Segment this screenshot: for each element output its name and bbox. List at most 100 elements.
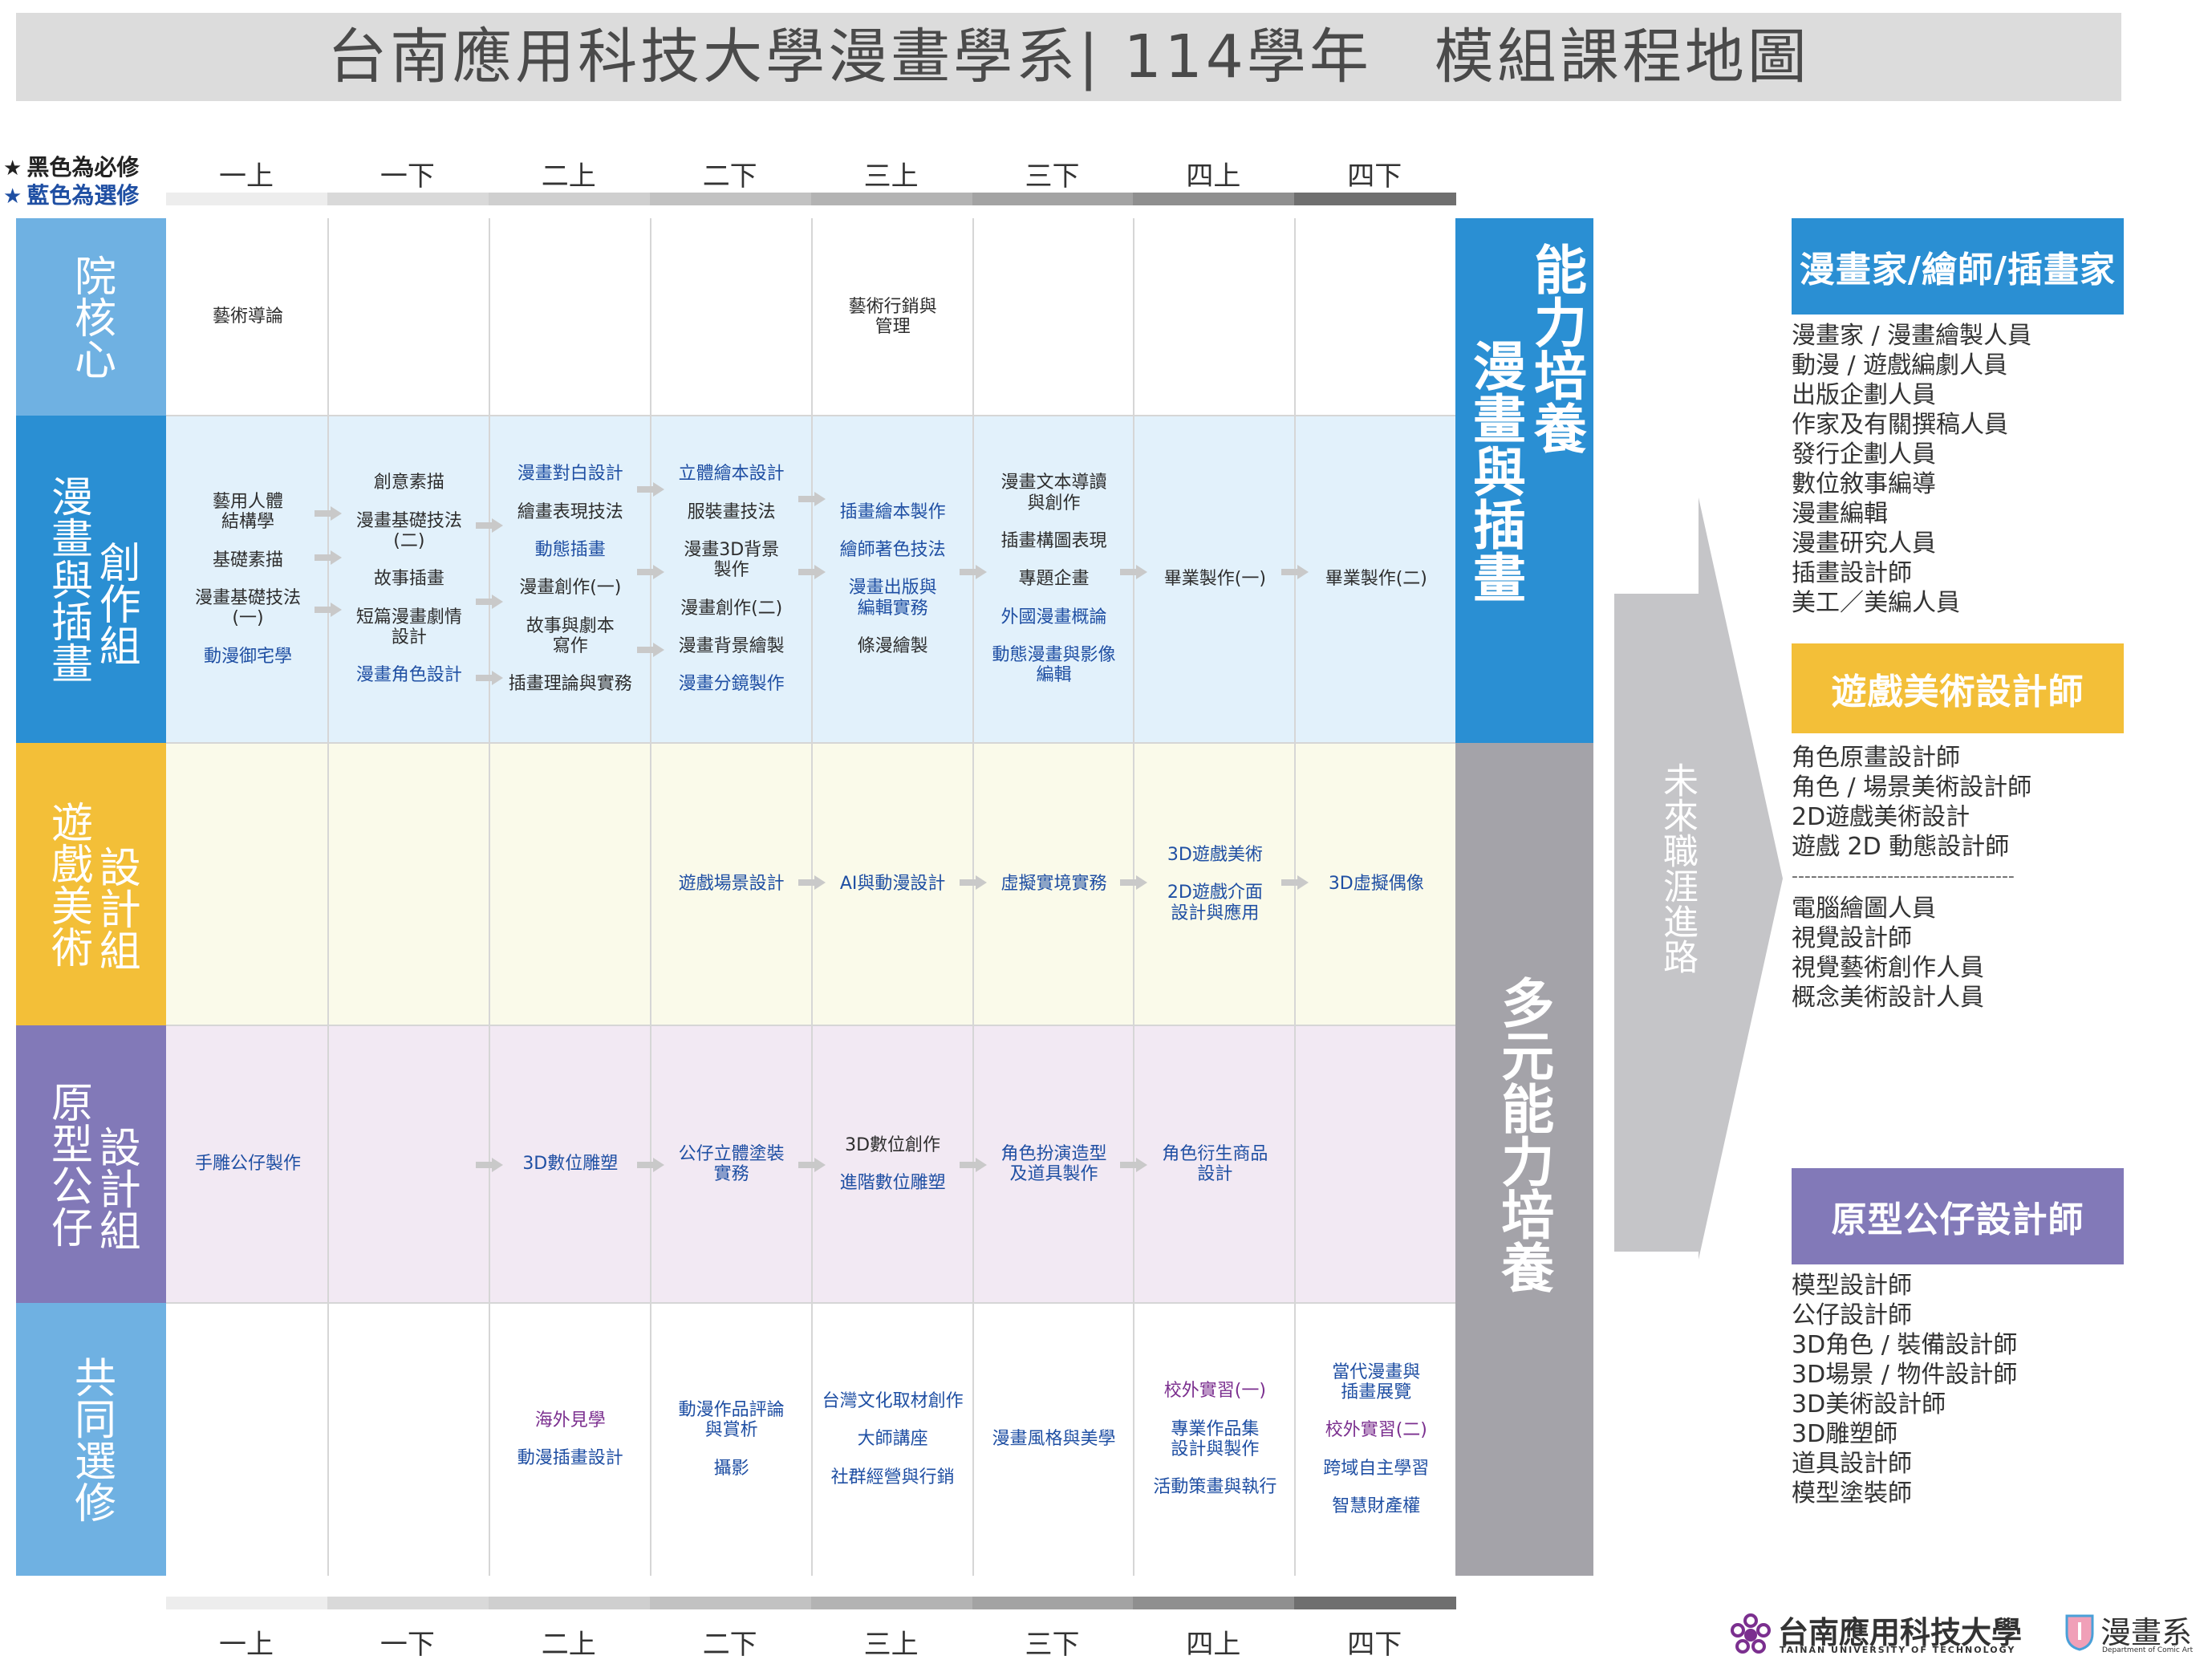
list-item: 道具設計師	[1792, 1450, 1912, 1478]
course-name: 動態插畫	[534, 540, 606, 561]
course-cell-game-s8: 3D虛擬偶像	[1296, 743, 1456, 1025]
list-item: 模型塗裝師	[1792, 1479, 1912, 1508]
course-name: 插畫理論與實務	[508, 674, 632, 695]
course-name: 基礎素描	[212, 550, 283, 570]
course-name: 專題企畫	[1018, 569, 1090, 590]
course-name: 校外實習(二)	[1325, 1420, 1427, 1441]
course-cell-comic-s4: 立體繪本設計 服裝畫技法 漫畫3D背景 製作 漫畫創作(二) 漫畫背景繪製 漫畫分鏡製作	[651, 416, 812, 743]
course-cell-proto-s1: 手雕公仔製作	[168, 1025, 328, 1303]
course-cell-game-s7: 3D遊戲美術 2D遊戲介面 設計與應用	[1134, 743, 1295, 1025]
course-name: 故事與劇本 寫作	[526, 615, 615, 656]
course-name: 畢業製作(一)	[1163, 569, 1266, 590]
course-name: 漫畫基礎技法 (一)	[194, 588, 301, 629]
flow-arrow-icon	[636, 565, 664, 579]
course-cell-common-s6: 漫畫風格與美學	[974, 1303, 1134, 1576]
row-header-core: 院核心	[16, 218, 166, 416]
career-group-game-title: 遊戲美術設計師	[1792, 643, 2124, 733]
course-name: 當代漫畫與 插畫展覽	[1332, 1362, 1421, 1403]
course-name: 漫畫文本導讀 與創作	[1000, 473, 1107, 513]
flow-arrow-icon	[1281, 565, 1309, 579]
semester-label: 一上	[219, 1629, 274, 1661]
list-item: 美工／美編人員	[1792, 589, 1960, 617]
course-name: 立體繪本設計	[678, 464, 785, 485]
course-cell-comic-s5: 插畫繪本製作 繪師著色技法 漫畫出版與 編輯實務 條漫繪製	[813, 416, 973, 743]
flow-arrow-icon	[1281, 875, 1309, 890]
flow-arrow-icon	[1120, 1158, 1148, 1172]
course-cell-proto-s4: 公仔立體塗裝 實務	[651, 1025, 812, 1303]
semester-label: 三上	[863, 1629, 919, 1661]
course-cell-comic-s1: 藝用人體 結構學 基礎素描 漫畫基礎技法 (一) 動漫御宅學	[168, 416, 328, 743]
course-name: 故事插畫	[373, 569, 444, 590]
list-item: 發行企劃人員	[1792, 440, 1936, 469]
course-name: 3D遊戲美術	[1167, 845, 1263, 866]
star-icon: ★	[3, 156, 22, 181]
semester-bar	[1133, 1597, 1296, 1609]
course-name: 漫畫背景繪製	[678, 635, 785, 656]
semester-bar	[1133, 193, 1296, 205]
flow-arrow-icon	[798, 565, 826, 579]
flow-arrow-icon	[1120, 875, 1148, 890]
course-cell-common-s3: 海外見學 動漫插畫設計	[490, 1303, 651, 1576]
course-name: 畢業製作(二)	[1325, 569, 1427, 590]
flow-arrow-icon	[959, 1158, 987, 1172]
semester-label: 四下	[1347, 160, 1402, 193]
course-name: 攝影	[713, 1458, 749, 1479]
semester-label: 三下	[1025, 1629, 1080, 1661]
semester-bar	[327, 193, 489, 205]
row-header-proto-label-a: 原型公仔	[43, 1081, 92, 1248]
semester-bar	[649, 193, 812, 205]
career-group-proto-list: 模型設計師 公仔設計師 3D角色 / 裝備設計師 3D場景 / 物件設計師 3D…	[1792, 1271, 2017, 1508]
course-name: 短篇漫畫劇情 設計	[355, 607, 462, 647]
course-name: 插畫構圖表現	[1000, 531, 1107, 552]
course-cell-core-s1: 藝術導論	[168, 218, 328, 416]
semester-label: 四上	[1186, 160, 1241, 193]
course-name: 漫畫創作(一)	[519, 578, 622, 599]
career-arrow-shape	[1614, 497, 1783, 1260]
course-name: 3D數位創作	[845, 1134, 941, 1155]
course-name: 海外見學	[534, 1410, 606, 1431]
semester-bar	[649, 1597, 812, 1609]
flow-arrow-icon	[798, 492, 826, 506]
course-cell-proto-s3: 3D數位雕塑	[490, 1025, 651, 1303]
course-name: 漫畫風格與美學	[992, 1429, 1116, 1450]
semester-label: 三下	[1025, 160, 1080, 193]
course-name: 漫畫基礎技法 (二)	[355, 510, 462, 552]
flow-arrow-icon	[798, 875, 826, 890]
course-name: 校外實習(一)	[1163, 1381, 1266, 1402]
flow-arrow-icon	[1120, 565, 1148, 579]
course-name: 公仔立體塗裝 實務	[678, 1143, 785, 1184]
row-header-proto-label-b: 設計組	[91, 1126, 140, 1251]
flow-arrow-icon	[314, 550, 342, 565]
semester-label: 二上	[541, 160, 596, 193]
list-item: 漫畫研究人員	[1792, 530, 1936, 558]
semester-label: 一上	[219, 160, 274, 193]
course-cell-comic-s6: 漫畫文本導讀 與創作 插畫構圖表現 專題企畫 外國漫畫概論 動態漫畫與影像 編輯	[974, 416, 1134, 743]
course-cell-common-s7: 校外實習(一) 專業作品集 設計與製作 活動策畫與執行	[1134, 1303, 1295, 1576]
row-header-game-label-a: 遊戲美術	[43, 801, 92, 968]
row-header-common: 共同選修	[16, 1303, 166, 1576]
list-item: 遊戲 2D 動態設計師	[1792, 833, 2010, 861]
list-item: 概念美術設計人員	[1792, 984, 1984, 1012]
course-name: 動態漫畫與影像 編輯	[992, 644, 1116, 686]
semester-label: 一下	[379, 1629, 435, 1661]
legend-elective-label: 藍色為選修	[26, 182, 140, 209]
career-group-comic-list: 漫畫家 / 漫畫繪製人員 動漫 / 遊戲編劇人員 出版企劃人員 作家及有關撰稿人…	[1792, 321, 2031, 618]
capability-top: 能力培養 漫畫與插畫	[1455, 218, 1593, 743]
career-arrow	[1614, 497, 1783, 1260]
list-item: 數位敘事編導	[1792, 470, 1936, 498]
semester-bar	[488, 193, 651, 205]
course-name: 藝術導論	[212, 306, 283, 327]
semester-bar	[810, 193, 973, 205]
semester-bar	[972, 193, 1134, 205]
flow-arrow-icon	[475, 671, 503, 685]
semester-bar	[166, 193, 328, 205]
semester-label: 四上	[1186, 1629, 1241, 1661]
course-name: 角色衍生商品 設計	[1162, 1143, 1268, 1184]
course-name: 漫畫出版與 編輯實務	[848, 578, 937, 619]
course-name: 藝術行銷與 管理	[848, 296, 937, 337]
course-name: 漫畫分鏡製作	[678, 674, 785, 695]
list-item: 3D雕塑師	[1792, 1420, 1898, 1448]
course-cell-comic-s2: 創意素描 漫畫基礎技法 (二) 故事插畫 短篇漫畫劇情 設計 漫畫角色設計	[329, 416, 489, 743]
legend-elective: ★ 藍色為選修	[3, 178, 139, 210]
row-header-common-label: 共同選修	[67, 1356, 116, 1523]
